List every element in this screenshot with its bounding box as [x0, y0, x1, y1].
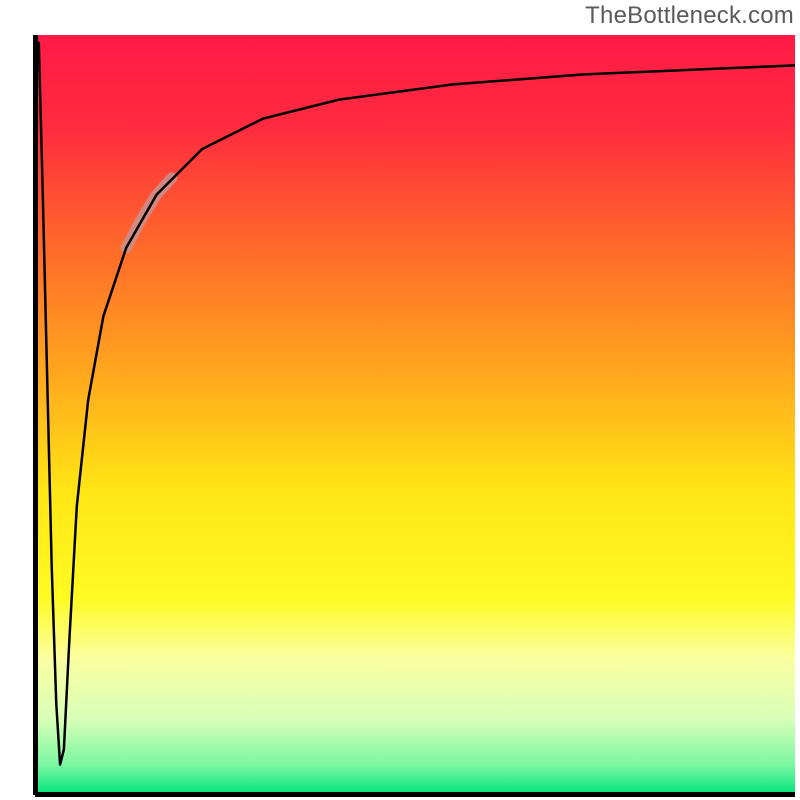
bottleneck-curve: [39, 43, 795, 765]
plot-area: [35, 35, 795, 795]
watermark-text: TheBottleneck.com: [585, 2, 794, 30]
chart-frame: TheBottleneck.com: [0, 0, 800, 800]
x-axis: [35, 792, 795, 797]
y-axis: [33, 35, 38, 795]
